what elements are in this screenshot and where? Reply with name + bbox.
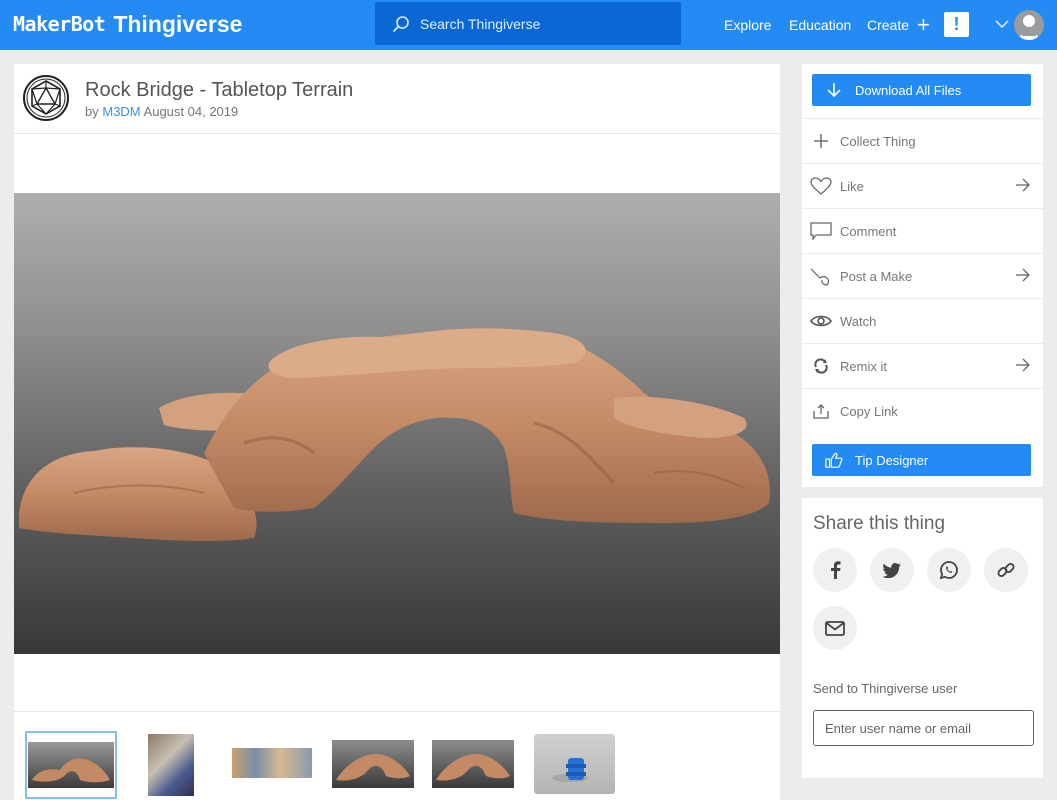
download-label: Download All Files bbox=[855, 82, 962, 98]
plus-icon bbox=[810, 133, 832, 149]
copy-link-label: Copy Link bbox=[840, 403, 898, 419]
comment-icon bbox=[810, 222, 832, 240]
share-card: Share this thing Send to Thingiverse use… bbox=[802, 498, 1043, 778]
thumbnail-image bbox=[336, 754, 410, 781]
nav-education[interactable]: Education bbox=[789, 0, 851, 50]
share-upload-icon bbox=[810, 403, 832, 419]
share-facebook-button[interactable] bbox=[813, 548, 857, 592]
gallery-thumbnail[interactable] bbox=[534, 734, 615, 794]
logo-makerbot-text: MakerBot bbox=[13, 12, 106, 36]
rock-bridge-image bbox=[19, 328, 770, 542]
thing-header: Rock Bridge - Tabletop Terrain by M3DM A… bbox=[14, 64, 780, 134]
post-a-make-action[interactable]: Post a Make bbox=[802, 253, 1043, 298]
watch-action[interactable]: Watch bbox=[802, 298, 1043, 343]
top-navigation-bar: MakerBot Thingiverse Search Thingiverse … bbox=[0, 0, 1057, 50]
author-link[interactable]: M3DM bbox=[102, 104, 140, 119]
thumbs-up-icon bbox=[825, 451, 843, 469]
arrow-right-icon bbox=[1016, 178, 1030, 192]
share-link-button[interactable] bbox=[984, 548, 1028, 592]
chevron-down-icon[interactable] bbox=[994, 16, 1010, 32]
facebook-icon bbox=[831, 561, 841, 579]
gallery-thumbnail[interactable] bbox=[332, 740, 414, 788]
twitter-icon bbox=[883, 562, 901, 578]
search-icon bbox=[393, 15, 409, 32]
make-nozzle-icon bbox=[810, 266, 832, 286]
comment-label: Comment bbox=[840, 223, 897, 239]
nav-explore[interactable]: Explore bbox=[724, 0, 771, 50]
thumbnail-image bbox=[436, 754, 510, 781]
remix-icon bbox=[810, 358, 832, 374]
collect-thing-action[interactable]: Collect Thing bbox=[802, 118, 1043, 163]
send-to-user-label: Send to Thingiverse user bbox=[813, 681, 958, 696]
gallery-thumbnail[interactable] bbox=[432, 740, 514, 788]
remix-label: Remix it bbox=[840, 358, 887, 374]
tip-designer-label: Tip Designer bbox=[855, 452, 929, 468]
like-label: Like bbox=[840, 178, 864, 194]
post-a-make-label: Post a Make bbox=[840, 268, 913, 284]
logo-thingiverse-text: Thingiverse bbox=[113, 10, 243, 37]
thing-main-card: Rock Bridge - Tabletop Terrain by M3DM A… bbox=[14, 64, 780, 800]
download-arrow-icon bbox=[825, 82, 843, 98]
email-icon bbox=[825, 620, 845, 636]
alert-button[interactable]: ! bbox=[944, 12, 969, 37]
copy-link-action[interactable]: Copy Link bbox=[802, 388, 1043, 433]
link-icon bbox=[997, 563, 1015, 577]
creator-avatar-d20-icon[interactable] bbox=[22, 74, 70, 122]
thing-byline: by M3DM August 04, 2019 bbox=[85, 104, 238, 119]
gallery-thumbnail[interactable] bbox=[232, 748, 312, 778]
remix-action[interactable]: Remix it bbox=[802, 343, 1043, 388]
share-email-button[interactable] bbox=[813, 606, 857, 650]
thumbnail-image bbox=[32, 758, 110, 783]
comment-action[interactable]: Comment bbox=[802, 208, 1043, 253]
default-user-icon bbox=[1019, 15, 1039, 40]
plus-icon: + bbox=[917, 12, 930, 37]
thingiverse-logo[interactable]: MakerBot Thingiverse bbox=[13, 10, 242, 38]
send-to-user-input[interactable] bbox=[813, 710, 1034, 746]
share-twitter-button[interactable] bbox=[870, 548, 914, 592]
gallery-thumbnail[interactable] bbox=[25, 731, 117, 799]
nav-create[interactable]: Create + bbox=[867, 0, 930, 50]
tip-designer-button[interactable]: Tip Designer bbox=[812, 444, 1031, 476]
gallery-divider bbox=[14, 711, 780, 712]
arrow-right-icon bbox=[1016, 358, 1030, 372]
watch-label: Watch bbox=[840, 313, 877, 329]
thumbnail-image bbox=[552, 758, 588, 782]
thing-actions-card: Download All Files Collect Thing Like Co… bbox=[802, 64, 1043, 487]
download-all-files-button[interactable]: Download All Files bbox=[812, 74, 1031, 106]
main-image-viewer[interactable] bbox=[14, 193, 780, 654]
share-whatsapp-button[interactable] bbox=[927, 548, 971, 592]
thing-title: Rock Bridge - Tabletop Terrain bbox=[85, 79, 354, 101]
publish-date: August 04, 2019 bbox=[143, 104, 239, 119]
collect-thing-label: Collect Thing bbox=[840, 133, 916, 149]
byline-prefix: by bbox=[85, 104, 99, 119]
user-avatar[interactable] bbox=[1014, 10, 1044, 40]
heart-icon bbox=[810, 177, 832, 195]
like-action[interactable]: Like bbox=[802, 163, 1043, 208]
nav-create-label: Create bbox=[867, 17, 910, 33]
whatsapp-icon bbox=[939, 561, 958, 580]
arrow-right-icon bbox=[1016, 268, 1030, 282]
search-box[interactable]: Search Thingiverse bbox=[375, 2, 681, 45]
eye-icon bbox=[810, 314, 832, 328]
search-placeholder: Search Thingiverse bbox=[420, 15, 541, 32]
gallery-thumbnail[interactable] bbox=[148, 734, 194, 796]
share-title: Share this thing bbox=[813, 513, 946, 534]
